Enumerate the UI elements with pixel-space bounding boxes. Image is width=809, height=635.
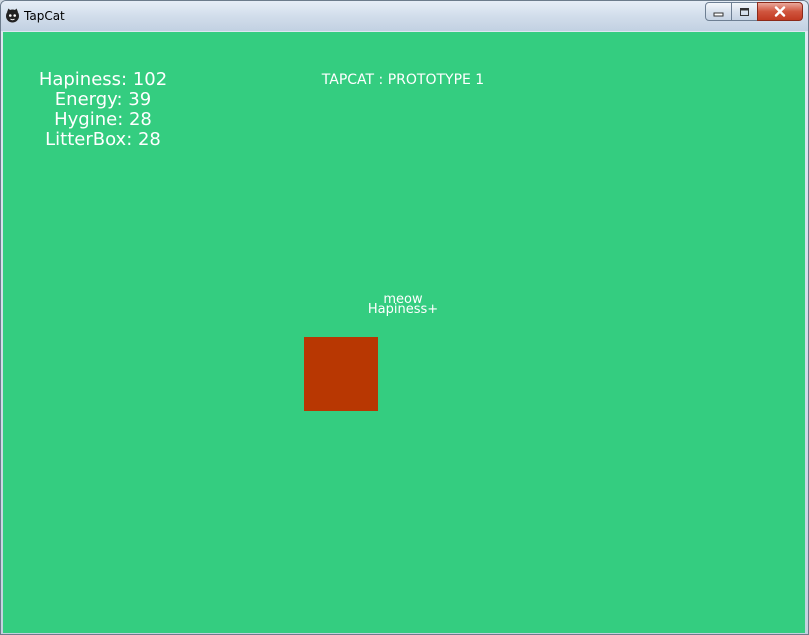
game-title: TAPCAT : PROTOTYPE 1 [321,72,485,88]
cat-square[interactable] [304,337,378,411]
game-canvas[interactable]: Hapiness: 102 Energy: 39 Hygine: 28 Litt… [3,32,805,633]
close-button[interactable] [757,2,803,21]
happiness-stat: Hapiness: 102 [38,69,168,90]
window-title: TapCat [24,9,65,23]
title-bar[interactable]: TapCat [1,1,808,31]
hygiene-stat: Hygine: 28 [54,109,152,130]
stats-panel: Hapiness: 102 Energy: 39 Hygine: 28 Litt… [32,70,174,150]
cat-app-icon[interactable] [5,8,20,23]
speech-happiness-plus: Hapiness+ [367,302,439,317]
maximize-button[interactable] [731,2,758,21]
app-window: TapCat Hapiness: 102 Energy: 39 Hygine: … [0,0,809,635]
cat-speech: meow Hapiness+ [353,293,453,317]
close-icon [774,2,786,21]
window-controls [705,2,803,22]
minimize-icon [713,2,724,21]
maximize-icon [739,2,750,21]
litterbox-stat: LitterBox: 28 [45,129,161,150]
energy-stat: Energy: 39 [54,89,152,110]
minimize-button[interactable] [705,2,732,21]
